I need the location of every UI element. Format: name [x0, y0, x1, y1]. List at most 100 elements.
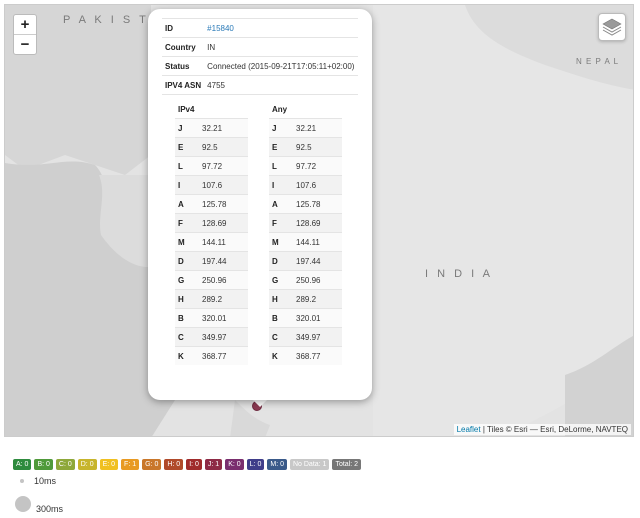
rtt-row: C 349.97: [269, 327, 342, 347]
info-key: Status: [162, 56, 205, 76]
rtt-value: 107.6: [199, 175, 248, 195]
rtt-value: 32.21: [199, 118, 248, 138]
rtt-row: L 97.72: [269, 156, 342, 176]
rtt-row: G 250.96: [269, 270, 342, 290]
rtt-server-letter: L: [269, 156, 293, 176]
rtt-server-letter: J: [175, 118, 199, 138]
rtt-row: J 32.21: [175, 118, 248, 138]
legend-large: 300ms: [15, 492, 63, 514]
rtt-value: 250.96: [293, 270, 342, 290]
rtt-server-letter: B: [269, 308, 293, 328]
info-row: ID #15840: [162, 18, 358, 38]
rtt-server-letter: D: [269, 251, 293, 271]
rtt-row: F 128.69: [269, 213, 342, 233]
status-badge: Total: 2: [332, 459, 362, 470]
rtt-row: G 250.96: [175, 270, 248, 290]
rtt-server-letter: B: [175, 308, 199, 328]
probe-info-table: ID #15840 Country IN Status Connected (2015-0…: [162, 18, 358, 95]
rtt-value: 32.21: [293, 118, 342, 138]
rtt-server-letter: E: [269, 137, 293, 157]
rtt-server-letter: L: [175, 156, 199, 176]
status-badge: F: 1: [121, 459, 140, 470]
status-badge: M: 0: [267, 459, 287, 470]
any-header: Any: [272, 104, 288, 114]
rtt-value: 128.69: [293, 213, 342, 233]
rtt-value: 107.6: [293, 175, 342, 195]
rtt-value: 349.97: [199, 327, 248, 347]
rtt-value: 128.69: [199, 213, 248, 233]
zoom-in-button[interactable]: +: [14, 15, 36, 34]
small-circle-icon: [20, 479, 24, 483]
rtt-row: C 349.97: [175, 327, 248, 347]
rtt-row: E 92.5: [175, 137, 248, 157]
rtt-value: 144.11: [199, 232, 248, 252]
rtt-row: J 32.21: [269, 118, 342, 138]
info-row: Country IN: [162, 37, 358, 57]
legend-large-label: 300ms: [36, 504, 64, 514]
info-key: Country: [162, 37, 205, 57]
leaflet-link[interactable]: Leaflet: [457, 425, 481, 434]
legend-small-label: 10ms: [34, 476, 57, 486]
layers-icon: [602, 18, 622, 36]
rtt-row: F 128.69: [175, 213, 248, 233]
rtt-value: 320.01: [293, 308, 342, 328]
status-badge: L: 0: [246, 459, 265, 470]
status-badge: A: 0: [13, 459, 32, 470]
probe-popup: ID #15840 Country IN Status Connected (2015-0…: [148, 9, 372, 400]
rtt-server-letter: M: [175, 232, 199, 252]
rtt-server-letter: I: [175, 175, 199, 195]
rtt-row: D 197.44: [269, 251, 342, 271]
map-attribution: Leaflet | Tiles © Esri — Esri, DeLorme, …: [453, 424, 631, 435]
rtt-server-letter: G: [269, 270, 293, 290]
rtt-row: B 320.01: [175, 308, 248, 328]
rtt-server-letter: M: [269, 232, 293, 252]
rtt-row: I 107.6: [175, 175, 248, 195]
rtt-value: 92.5: [199, 137, 248, 157]
rtt-value: 97.72: [293, 156, 342, 176]
info-value: 4755: [204, 75, 358, 95]
rtt-value: 197.44: [199, 251, 248, 271]
status-badge: D: 0: [77, 459, 97, 470]
rtt-row: M 144.11: [175, 232, 248, 252]
rtt-row: D 197.44: [175, 251, 248, 271]
status-badge: B: 0: [34, 459, 53, 470]
rtt-server-letter: G: [175, 270, 199, 290]
rtt-row: K 368.77: [269, 346, 342, 365]
status-badge: E: 0: [99, 459, 119, 470]
rtt-value: 349.97: [293, 327, 342, 347]
rtt-row: K 368.77: [175, 346, 248, 365]
rtt-server-letter: C: [269, 327, 293, 347]
rtt-row: H 289.2: [175, 289, 248, 309]
rtt-value: 320.01: [199, 308, 248, 328]
info-row: IPV4 ASN 4755: [162, 75, 358, 95]
rtt-server-letter: C: [175, 327, 199, 347]
rtt-value: 368.77: [199, 346, 248, 365]
rtt-server-letter: D: [175, 251, 199, 271]
rtt-row: A 125.78: [175, 194, 248, 214]
zoom-out-button[interactable]: −: [14, 34, 36, 54]
ipv4-header: IPv4: [178, 104, 195, 114]
rtt-value: 144.11: [293, 232, 342, 252]
layers-button[interactable]: [598, 13, 626, 41]
status-badge: H: 0: [164, 459, 184, 470]
rtt-row: I 107.6: [269, 175, 342, 195]
rtt-row: A 125.78: [269, 194, 342, 214]
status-badge: C: 0: [55, 459, 75, 470]
tiles-credit: | Tiles © Esri — Esri, DeLorme, NAVTEQ: [480, 425, 628, 434]
status-badge: No Data: 1: [289, 459, 330, 470]
status-badge: G: 0: [142, 459, 162, 470]
probe-id-link[interactable]: #15840: [207, 24, 234, 33]
status-badge: J: 1: [204, 459, 223, 470]
rtt-server-letter: F: [269, 213, 293, 233]
rtt-value: 289.2: [293, 289, 342, 309]
rtt-value: 97.72: [199, 156, 248, 176]
rtt-value: 368.77: [293, 346, 342, 365]
rtt-server-letter: A: [269, 194, 293, 214]
info-value: Connected (2015-09-21T17:05:11+02:00): [204, 56, 358, 76]
info-row: Status Connected (2015-09-21T17:05:11+02:…: [162, 56, 358, 76]
rtt-value: 92.5: [293, 137, 342, 157]
rtt-server-letter: A: [175, 194, 199, 214]
rtt-server-letter: K: [175, 346, 199, 365]
legend-small: 10ms: [20, 476, 56, 486]
info-key: ID: [162, 18, 205, 38]
